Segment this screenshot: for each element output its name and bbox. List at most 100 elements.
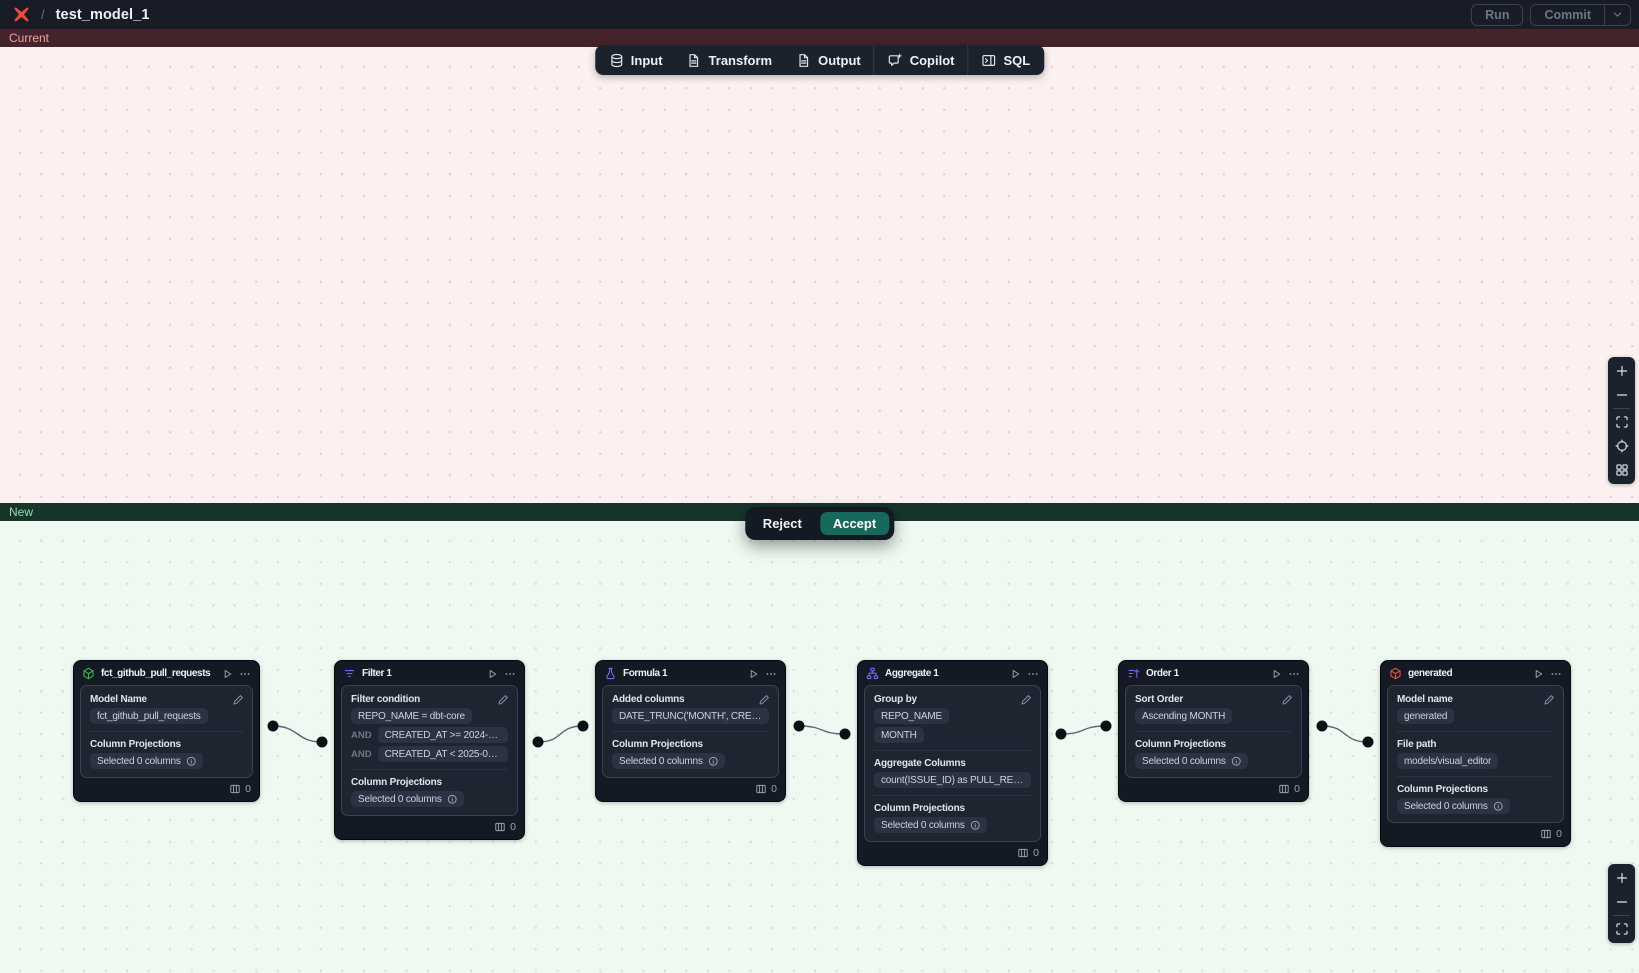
toolbar-input-button[interactable]: Input: [597, 45, 675, 75]
node-section: Group by REPO_NAME MONTH: [874, 688, 1031, 743]
value-chip[interactable]: DATE_TRUNC('MONTH', CREATED_AT…: [612, 708, 769, 724]
value-row: Selected 0 columns: [351, 791, 508, 807]
node-card-aggregate-1[interactable]: Aggregate 1 Group byREPO_NAMEMONTHAggreg…: [857, 660, 1048, 866]
zoom-in-button[interactable]: [1608, 359, 1635, 383]
node-body: Added columnsDATE_TRUNC('MONTH', CREATED…: [602, 685, 779, 778]
new-band-label: New: [9, 505, 33, 519]
zoom-in-button[interactable]: [1608, 866, 1635, 890]
value-row: Ascending MONTH: [1135, 708, 1292, 724]
node-card-formula-1[interactable]: Formula 1 Added columnsDATE_TRUNC('MONTH…: [595, 660, 786, 802]
target-connection-handle[interactable]: [1101, 721, 1112, 732]
value-chip[interactable]: Selected 0 columns: [90, 753, 203, 769]
node-card-fct-github-pull-requests[interactable]: fct_github_pull_requests Model Namefct_g…: [73, 660, 260, 802]
edit-pencil-icon[interactable]: [1020, 693, 1032, 711]
node-run-button[interactable]: [1270, 668, 1282, 680]
edit-pencil-icon[interactable]: [1543, 693, 1555, 711]
toolbar-copilot-button[interactable]: Copilot: [876, 45, 967, 75]
edit-pencil-icon[interactable]: [1281, 693, 1293, 711]
toolbar-sql-button[interactable]: SQL: [969, 45, 1042, 75]
node-menu-button[interactable]: [504, 668, 516, 680]
node-body: Model Namefct_github_pull_requestsColumn…: [80, 685, 253, 778]
section-label: Filter condition: [351, 694, 508, 705]
node-run-button[interactable]: [221, 668, 233, 680]
value-chip[interactable]: REPO_NAME: [874, 708, 949, 724]
node-header[interactable]: Aggregate 1: [858, 661, 1047, 685]
value-chip[interactable]: models/visual_editor: [1397, 753, 1498, 769]
edit-pencil-icon[interactable]: [497, 693, 509, 711]
review-actions: Reject Accept: [745, 507, 894, 540]
value-chip[interactable]: fct_github_pull_requests: [90, 708, 208, 724]
target-connection-handle[interactable]: [578, 721, 589, 732]
node-card-filter-1[interactable]: Filter 1 Filter condition REPO_NAME = dbt…: [334, 660, 525, 840]
value-chip[interactable]: CREATED_AT >= 2024-12-01: [378, 727, 508, 743]
source-connection-handle[interactable]: [533, 737, 544, 748]
node-card-order-1[interactable]: Order 1 Sort OrderAscending MONTHColumn …: [1118, 660, 1309, 802]
node-header[interactable]: Filter 1: [335, 661, 524, 685]
value-chip[interactable]: MONTH: [874, 727, 924, 743]
section-label: Column Projections: [351, 777, 508, 788]
toolbar-divider: [874, 45, 875, 75]
value-chip[interactable]: Selected 0 columns: [351, 791, 464, 807]
auto-layout-button[interactable]: [1608, 458, 1635, 482]
value-chip[interactable]: CREATED_AT < 2025-03-01: [378, 746, 508, 762]
node-section: Column Projections Selected 0 columns: [351, 769, 508, 807]
node-run-button[interactable]: [486, 668, 498, 680]
run-button[interactable]: Run: [1471, 4, 1523, 26]
node-menu-button[interactable]: [1288, 668, 1300, 680]
controls-divider: [1613, 408, 1630, 409]
source-connection-handle[interactable]: [268, 721, 279, 732]
node-header[interactable]: generated: [1381, 661, 1570, 685]
value-chip[interactable]: generated: [1397, 708, 1454, 724]
zoom-out-button[interactable]: [1608, 383, 1635, 407]
node-run-button[interactable]: [1532, 668, 1544, 680]
source-connection-handle[interactable]: [1056, 729, 1067, 740]
node-menu-button[interactable]: [765, 668, 777, 680]
target-connection-handle[interactable]: [840, 729, 851, 740]
locate-button[interactable]: [1608, 434, 1635, 458]
commit-dropdown-button[interactable]: [1604, 4, 1631, 26]
dbt-x-logo-icon[interactable]: [13, 6, 30, 23]
node-header[interactable]: Order 1: [1119, 661, 1308, 685]
edit-pencil-icon[interactable]: [758, 693, 770, 711]
value-chip[interactable]: Selected 0 columns: [612, 753, 725, 769]
value-chip[interactable]: Selected 0 columns: [874, 817, 987, 833]
toolbar-output-button[interactable]: Output: [784, 45, 873, 75]
value-chip[interactable]: count(ISSUE_ID) as PULL_REQUEST_…: [874, 772, 1031, 788]
toolbar-transform-button[interactable]: Transform: [675, 45, 785, 75]
node-header[interactable]: fct_github_pull_requests: [74, 661, 259, 685]
zoom-out-button[interactable]: [1608, 890, 1635, 914]
fit-view-button[interactable]: [1608, 410, 1635, 434]
node-menu-button[interactable]: [1027, 668, 1039, 680]
columns-icon: [494, 821, 506, 833]
section-label: Group by: [874, 694, 1031, 705]
fit-view-button[interactable]: [1608, 917, 1635, 941]
edit-pencil-icon[interactable]: [232, 693, 244, 711]
source-connection-handle[interactable]: [794, 721, 805, 732]
reject-button[interactable]: Reject: [750, 512, 815, 535]
current-band-label: Current: [9, 31, 49, 45]
node-run-button[interactable]: [1009, 668, 1021, 680]
node-menu-button[interactable]: [1550, 668, 1562, 680]
section-label: Column Projections: [612, 739, 769, 750]
minus-icon: [1615, 895, 1629, 909]
node-footer: 0: [596, 778, 785, 801]
node-menu-button[interactable]: [239, 668, 251, 680]
model-title: test_model_1: [56, 7, 150, 23]
node-body: Group byREPO_NAMEMONTHAggregate Columnsc…: [864, 685, 1041, 842]
node-body: Model namegeneratedFile pathmodels/visua…: [1387, 685, 1564, 823]
sort-icon: [1127, 667, 1140, 680]
current-canvas[interactable]: [0, 47, 1639, 503]
target-connection-handle[interactable]: [1363, 737, 1374, 748]
node-run-button[interactable]: [747, 668, 759, 680]
commit-button[interactable]: Commit: [1530, 4, 1604, 26]
accept-button[interactable]: Accept: [820, 512, 889, 535]
source-connection-handle[interactable]: [1317, 721, 1328, 732]
node-header[interactable]: Formula 1: [596, 661, 785, 685]
value-chip[interactable]: REPO_NAME = dbt-core: [351, 708, 472, 724]
value-chip[interactable]: Selected 0 columns: [1397, 798, 1510, 814]
value-chip[interactable]: Selected 0 columns: [1135, 753, 1248, 769]
value-chip[interactable]: Ascending MONTH: [1135, 708, 1232, 724]
target-connection-handle[interactable]: [317, 737, 328, 748]
node-card-generated[interactable]: generated Model namegeneratedFile pathmo…: [1380, 660, 1571, 847]
new-canvas[interactable]: fct_github_pull_requests Model Namefct_g…: [0, 521, 1639, 973]
